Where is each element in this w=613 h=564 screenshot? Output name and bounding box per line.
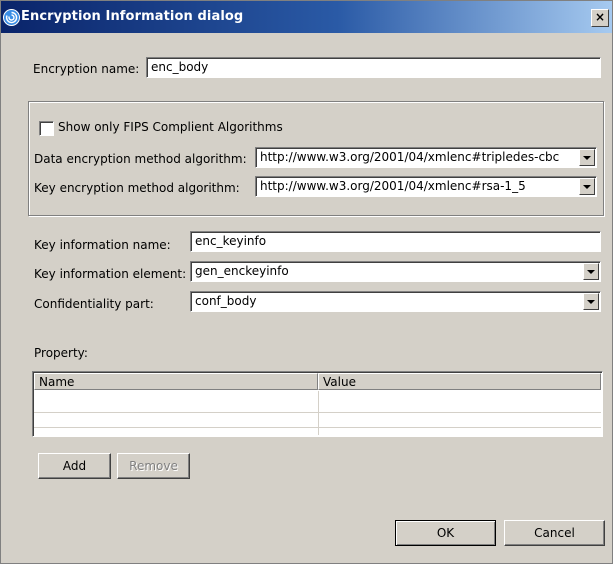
encryption-name-input[interactable]: enc_body xyxy=(146,57,601,78)
window-title: Encryption Information dialog xyxy=(21,9,244,24)
column-header-value[interactable]: Value xyxy=(318,373,601,390)
dialog-window: Encryption Information dialog × Encrypti… xyxy=(0,0,613,564)
chevron-down-icon[interactable] xyxy=(579,149,595,166)
key-info-element-select[interactable]: gen_enckeyinfo xyxy=(190,261,601,282)
chevron-down-icon[interactable] xyxy=(583,263,599,280)
key-encryption-method-select[interactable]: http://www.w3.org/2001/04/xmlenc#rsa-1_5 xyxy=(255,176,597,197)
property-label: Property: xyxy=(34,346,88,360)
add-button[interactable]: Add xyxy=(38,453,111,479)
fips-checkbox-label[interactable]: Show only FIPS Complient Algorithms xyxy=(58,120,283,134)
key-encryption-method-value: http://www.w3.org/2001/04/xmlenc#rsa-1_5 xyxy=(260,179,526,193)
eclipse-swirl-icon xyxy=(3,9,20,26)
property-table[interactable]: Name Value xyxy=(32,371,603,437)
confidentiality-part-value: conf_body xyxy=(195,294,257,308)
key-info-element-label: Key information element: xyxy=(34,267,187,281)
column-header-name[interactable]: Name xyxy=(34,373,318,390)
confidentiality-part-select[interactable]: conf_body xyxy=(190,291,601,312)
data-encryption-method-label: Data encryption method algorithm: xyxy=(34,152,247,166)
fips-checkbox[interactable] xyxy=(39,121,54,136)
close-button[interactable]: × xyxy=(591,9,609,27)
chevron-down-icon[interactable] xyxy=(583,293,599,310)
chevron-down-icon[interactable] xyxy=(579,178,595,195)
key-info-name-input[interactable]: enc_keyinfo xyxy=(190,231,601,252)
remove-button[interactable]: Remove xyxy=(117,453,190,479)
encryption-name-label: Encryption name: xyxy=(33,62,140,76)
key-info-name-label: Key information name: xyxy=(34,238,171,252)
data-encryption-method-value: http://www.w3.org/2001/04/xmlenc#tripled… xyxy=(260,150,560,164)
table-column-divider xyxy=(318,391,319,435)
ok-button[interactable]: OK xyxy=(395,520,496,546)
title-bar[interactable]: Encryption Information dialog × xyxy=(1,1,612,33)
key-info-element-value: gen_enckeyinfo xyxy=(195,264,289,278)
key-encryption-method-label: Key encryption method algorithm: xyxy=(34,181,240,195)
confidentiality-part-label: Confidentiality part: xyxy=(34,297,154,311)
data-encryption-method-select[interactable]: http://www.w3.org/2001/04/xmlenc#tripled… xyxy=(255,147,597,168)
cancel-button[interactable]: Cancel xyxy=(504,520,605,546)
